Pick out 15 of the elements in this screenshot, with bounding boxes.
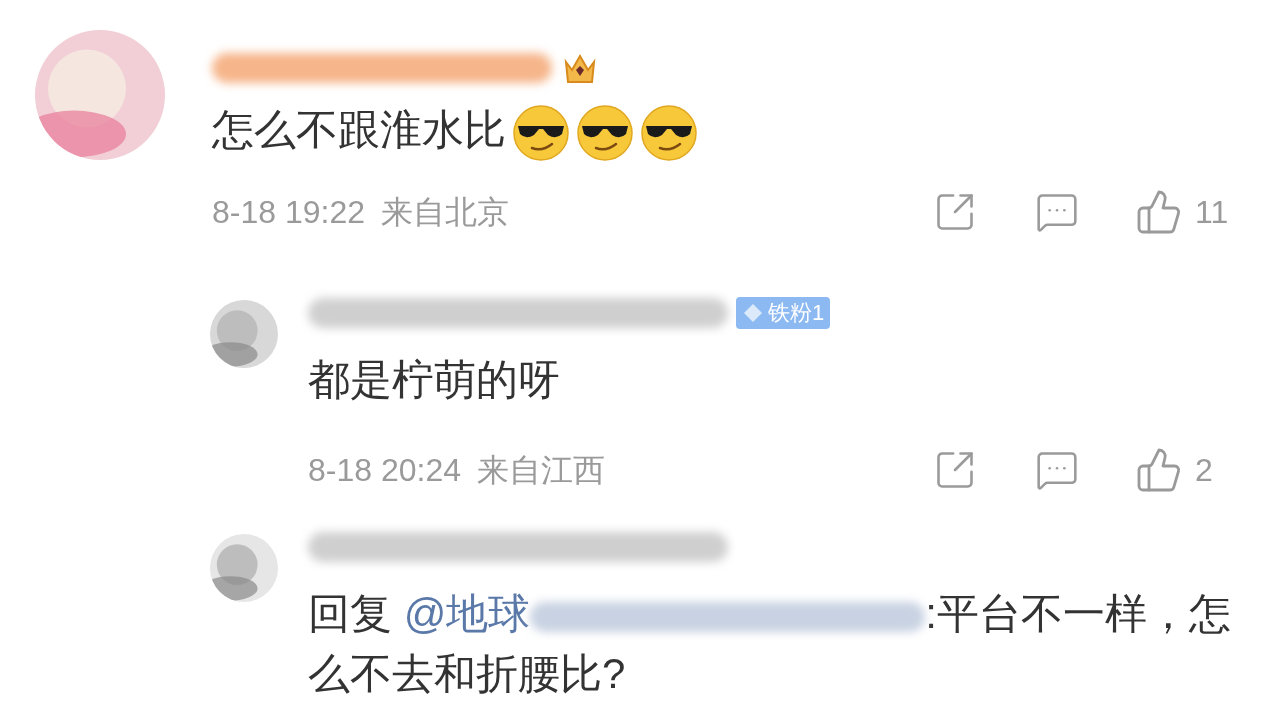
comment-time: 8-18 19:22 [212,192,365,232]
diamond-icon [742,301,764,324]
comment-text: 怎么不跟淮水比 [212,100,1284,162]
comment-location: 来自北京 [381,192,509,232]
mention-link[interactable]: @地球 [403,589,531,637]
cool-emoji-icon [512,103,570,162]
cool-emoji-icon [640,103,698,162]
comment-text: 都是柠萌的呀 [308,354,561,405]
comment-time: 8-18 20:24 [308,450,461,490]
comment-location: 来自江西 [477,450,605,490]
comment-text: 回复 @地球 :平台不一样，怎么不去和折腰比? [308,588,1232,699]
badge-label: 铁粉1 [768,298,825,327]
like-count: 11 [1195,192,1230,232]
cool-emoji-icon [576,103,634,162]
like-count: 2 [1195,450,1214,490]
